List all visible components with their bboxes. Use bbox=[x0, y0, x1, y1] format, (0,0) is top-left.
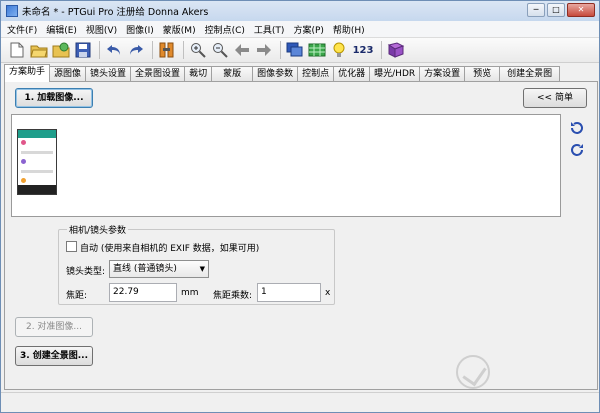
maximize-button[interactable]: □ bbox=[547, 3, 565, 17]
focal-length-label: 焦距: bbox=[66, 291, 88, 301]
tab-project-assistant[interactable]: 方案助手 bbox=[4, 64, 51, 82]
thumbnail-header bbox=[18, 130, 56, 138]
tab-preview[interactable]: 预览 bbox=[464, 66, 501, 82]
toolbar-separator bbox=[280, 41, 281, 59]
load-images-button[interactable]: 1. 加载图像... bbox=[15, 88, 93, 108]
back-arrow-icon[interactable] bbox=[232, 40, 252, 60]
open-recent-icon[interactable] bbox=[51, 40, 71, 60]
focal-multiplier-unit: x bbox=[325, 288, 331, 298]
minimize-button[interactable]: ─ bbox=[527, 3, 545, 17]
chevron-down-icon: ▼ bbox=[199, 265, 205, 273]
auto-exif-checkbox[interactable] bbox=[66, 241, 77, 252]
numbers-label: 123 bbox=[352, 44, 374, 56]
rotate-left-icon[interactable] bbox=[569, 120, 585, 136]
tab-image-parameters[interactable]: 图像参数 bbox=[252, 66, 299, 82]
thumbnail-line bbox=[21, 151, 53, 154]
thumbnail-row bbox=[18, 157, 56, 167]
assistant-panel: 1. 加载图像... << 简单 相机/镜头参数 自动 (使用来自相机的 EXI… bbox=[4, 81, 598, 390]
zoom-out-icon[interactable] bbox=[210, 40, 230, 60]
app-logo-icon bbox=[6, 5, 18, 17]
focal-multiplier-input[interactable]: 1 bbox=[257, 283, 321, 302]
align-icon[interactable] bbox=[157, 40, 177, 60]
menu-images[interactable]: 图像(I) bbox=[126, 23, 154, 36]
zoom-in-icon[interactable] bbox=[188, 40, 208, 60]
tab-panorama-settings[interactable]: 全景图设置 bbox=[130, 66, 186, 82]
tab-lens-settings[interactable]: 镜头设置 bbox=[85, 66, 132, 82]
tab-bar: 方案助手 源图像 镜头设置 全景图设置 裁切 蒙版 图像参数 控制点 优化器 曝… bbox=[4, 64, 598, 82]
tab-project-settings[interactable]: 方案设置 bbox=[419, 66, 466, 82]
app-window: 未命名 * - PTGui Pro 注册给 Donna Akers ─ □ ✕ … bbox=[0, 0, 600, 413]
thumbnail-line bbox=[21, 170, 53, 173]
focal-length-unit: mm bbox=[181, 288, 199, 298]
new-document-icon[interactable] bbox=[7, 40, 27, 60]
create-panorama-button[interactable]: 3. 创建全景图... bbox=[15, 346, 93, 366]
tab-mask[interactable]: 蒙版 bbox=[211, 66, 254, 82]
toolbar-separator bbox=[381, 41, 382, 59]
lens-group-title: 相机/镜头参数 bbox=[67, 223, 129, 236]
focal-multiplier-label: 焦距乘数: bbox=[213, 291, 253, 301]
numbers-icon[interactable]: 123 bbox=[351, 40, 375, 60]
tab-create-panorama[interactable]: 创建全景图 bbox=[499, 66, 561, 82]
lens-parameters-group: 相机/镜头参数 自动 (使用来自相机的 EXIF 数据，如果可用) 镜头类型: … bbox=[58, 223, 335, 305]
menu-control-points[interactable]: 控制点(C) bbox=[205, 23, 245, 36]
menu-help[interactable]: 帮助(H) bbox=[333, 23, 365, 36]
lens-type-label: 镜头类型: bbox=[66, 267, 106, 277]
undo-icon[interactable] bbox=[104, 40, 124, 60]
close-button[interactable]: ✕ bbox=[567, 3, 595, 17]
toolbar-separator bbox=[183, 41, 184, 59]
lens-type-select[interactable]: 直线 (普通镜头) ▼ bbox=[109, 260, 209, 278]
help-book-icon[interactable] bbox=[386, 40, 406, 60]
focal-length-input[interactable]: 22.79 bbox=[109, 283, 177, 302]
toolbar-separator bbox=[99, 41, 100, 59]
tab-optimizer[interactable]: 优化器 bbox=[333, 66, 371, 82]
thumbnail-footer bbox=[18, 185, 56, 194]
status-bar bbox=[1, 392, 599, 412]
thumbnail-row bbox=[18, 138, 56, 148]
table-icon[interactable] bbox=[307, 40, 327, 60]
menu-project[interactable]: 方案(P) bbox=[293, 23, 323, 36]
image-preview-strip bbox=[11, 114, 561, 217]
menu-file[interactable]: 文件(F) bbox=[7, 23, 37, 36]
simple-mode-button[interactable]: << 简单 bbox=[523, 88, 587, 108]
watermark-icon bbox=[456, 355, 490, 389]
menu-view[interactable]: 视图(V) bbox=[86, 23, 117, 36]
tab-exposure-hdr[interactable]: 曝光/HDR bbox=[369, 66, 421, 82]
menu-mask[interactable]: 蒙版(M) bbox=[163, 23, 196, 36]
menu-tools[interactable]: 工具(T) bbox=[254, 23, 285, 36]
save-icon[interactable] bbox=[73, 40, 93, 60]
toolbar-separator bbox=[152, 41, 153, 59]
tab-control-points[interactable]: 控制点 bbox=[297, 66, 335, 82]
watermark-logo bbox=[456, 355, 494, 389]
rotate-right-icon[interactable] bbox=[569, 142, 585, 158]
auto-exif-label: 自动 (使用来自相机的 EXIF 数据，如果可用) bbox=[80, 244, 260, 254]
title-bar: 未命名 * - PTGui Pro 注册给 Donna Akers ─ □ ✕ bbox=[1, 1, 599, 21]
redo-icon[interactable] bbox=[126, 40, 146, 60]
lightbulb-icon[interactable] bbox=[329, 40, 349, 60]
open-folder-icon[interactable] bbox=[29, 40, 49, 60]
window-title: 未命名 * - PTGui Pro 注册给 Donna Akers bbox=[22, 7, 209, 18]
toolbar: 123 bbox=[1, 38, 599, 63]
menu-bar: 文件(F) 编辑(E) 视图(V) 图像(I) 蒙版(M) 控制点(C) 工具(… bbox=[1, 21, 599, 38]
tab-source-images[interactable]: 源图像 bbox=[49, 66, 87, 82]
align-images-button[interactable]: 2. 对准图像... bbox=[15, 317, 93, 337]
forward-arrow-icon[interactable] bbox=[254, 40, 274, 60]
window-controls: ─ □ ✕ bbox=[527, 3, 595, 17]
lens-type-value: 直线 (普通镜头) bbox=[113, 264, 177, 274]
tab-crop[interactable]: 裁切 bbox=[184, 66, 213, 82]
image-thumbnail[interactable] bbox=[17, 129, 57, 195]
panorama-editor-icon[interactable] bbox=[285, 40, 305, 60]
menu-edit[interactable]: 编辑(E) bbox=[46, 23, 77, 36]
